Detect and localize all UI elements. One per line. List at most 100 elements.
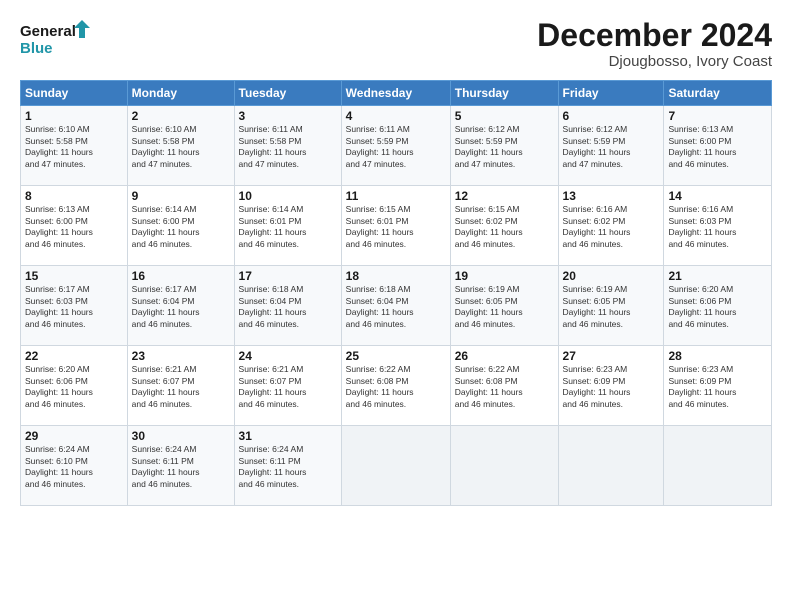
day-info: Sunrise: 6:15 AMSunset: 6:01 PMDaylight:… [346, 204, 446, 250]
day-number: 9 [132, 189, 230, 203]
day-info: Sunrise: 6:11 AMSunset: 5:58 PMDaylight:… [239, 124, 337, 170]
calendar-day-cell: 6Sunrise: 6:12 AMSunset: 5:59 PMDaylight… [558, 106, 664, 186]
calendar-week-row: 22Sunrise: 6:20 AMSunset: 6:06 PMDayligh… [21, 346, 772, 426]
day-number: 13 [563, 189, 660, 203]
day-number: 27 [563, 349, 660, 363]
day-number: 21 [668, 269, 767, 283]
svg-text:General: General [20, 23, 76, 40]
day-info: Sunrise: 6:14 AMSunset: 6:00 PMDaylight:… [132, 204, 230, 250]
day-number: 30 [132, 429, 230, 443]
logo: General Blue [20, 18, 90, 58]
day-info: Sunrise: 6:10 AMSunset: 5:58 PMDaylight:… [132, 124, 230, 170]
day-info: Sunrise: 6:24 AMSunset: 6:11 PMDaylight:… [132, 444, 230, 490]
header: General Blue December 2024 Djougbosso, I… [20, 18, 772, 70]
day-number: 28 [668, 349, 767, 363]
day-info: Sunrise: 6:13 AMSunset: 6:00 PMDaylight:… [668, 124, 767, 170]
day-info: Sunrise: 6:22 AMSunset: 6:08 PMDaylight:… [346, 364, 446, 410]
day-number: 22 [25, 349, 123, 363]
calendar-week-row: 8Sunrise: 6:13 AMSunset: 6:00 PMDaylight… [21, 186, 772, 266]
day-header-monday: Monday [127, 81, 234, 106]
calendar-day-cell: 31Sunrise: 6:24 AMSunset: 6:11 PMDayligh… [234, 426, 341, 506]
day-number: 23 [132, 349, 230, 363]
calendar-day-cell: 25Sunrise: 6:22 AMSunset: 6:08 PMDayligh… [341, 346, 450, 426]
calendar-day-cell: 20Sunrise: 6:19 AMSunset: 6:05 PMDayligh… [558, 266, 664, 346]
empty-cell [341, 426, 450, 506]
day-info: Sunrise: 6:17 AMSunset: 6:04 PMDaylight:… [132, 284, 230, 330]
day-number: 29 [25, 429, 123, 443]
day-number: 25 [346, 349, 446, 363]
calendar-day-cell: 8Sunrise: 6:13 AMSunset: 6:00 PMDaylight… [21, 186, 128, 266]
calendar-day-cell: 19Sunrise: 6:19 AMSunset: 6:05 PMDayligh… [450, 266, 558, 346]
day-header-friday: Friday [558, 81, 664, 106]
day-info: Sunrise: 6:13 AMSunset: 6:00 PMDaylight:… [25, 204, 123, 250]
day-info: Sunrise: 6:15 AMSunset: 6:02 PMDaylight:… [455, 204, 554, 250]
calendar-day-cell: 14Sunrise: 6:16 AMSunset: 6:03 PMDayligh… [664, 186, 772, 266]
day-header-wednesday: Wednesday [341, 81, 450, 106]
day-info: Sunrise: 6:20 AMSunset: 6:06 PMDaylight:… [668, 284, 767, 330]
day-info: Sunrise: 6:18 AMSunset: 6:04 PMDaylight:… [239, 284, 337, 330]
day-info: Sunrise: 6:23 AMSunset: 6:09 PMDaylight:… [668, 364, 767, 410]
day-info: Sunrise: 6:12 AMSunset: 5:59 PMDaylight:… [455, 124, 554, 170]
calendar-header-row: SundayMondayTuesdayWednesdayThursdayFrid… [21, 81, 772, 106]
day-info: Sunrise: 6:17 AMSunset: 6:03 PMDaylight:… [25, 284, 123, 330]
day-number: 26 [455, 349, 554, 363]
calendar-day-cell: 21Sunrise: 6:20 AMSunset: 6:06 PMDayligh… [664, 266, 772, 346]
day-number: 14 [668, 189, 767, 203]
day-number: 18 [346, 269, 446, 283]
day-info: Sunrise: 6:16 AMSunset: 6:02 PMDaylight:… [563, 204, 660, 250]
day-info: Sunrise: 6:21 AMSunset: 6:07 PMDaylight:… [239, 364, 337, 410]
calendar-week-row: 15Sunrise: 6:17 AMSunset: 6:03 PMDayligh… [21, 266, 772, 346]
calendar-day-cell: 15Sunrise: 6:17 AMSunset: 6:03 PMDayligh… [21, 266, 128, 346]
location: Djougbosso, Ivory Coast [537, 53, 772, 70]
day-number: 4 [346, 109, 446, 123]
calendar-day-cell: 13Sunrise: 6:16 AMSunset: 6:02 PMDayligh… [558, 186, 664, 266]
calendar-day-cell: 17Sunrise: 6:18 AMSunset: 6:04 PMDayligh… [234, 266, 341, 346]
day-info: Sunrise: 6:19 AMSunset: 6:05 PMDaylight:… [455, 284, 554, 330]
calendar-day-cell: 2Sunrise: 6:10 AMSunset: 5:58 PMDaylight… [127, 106, 234, 186]
calendar-day-cell: 24Sunrise: 6:21 AMSunset: 6:07 PMDayligh… [234, 346, 341, 426]
day-number: 17 [239, 269, 337, 283]
logo-svg: General Blue [20, 18, 90, 58]
day-header-thursday: Thursday [450, 81, 558, 106]
calendar-day-cell: 26Sunrise: 6:22 AMSunset: 6:08 PMDayligh… [450, 346, 558, 426]
calendar-day-cell: 1Sunrise: 6:10 AMSunset: 5:58 PMDaylight… [21, 106, 128, 186]
day-header-tuesday: Tuesday [234, 81, 341, 106]
calendar-day-cell: 11Sunrise: 6:15 AMSunset: 6:01 PMDayligh… [341, 186, 450, 266]
day-number: 7 [668, 109, 767, 123]
day-number: 2 [132, 109, 230, 123]
calendar-week-row: 1Sunrise: 6:10 AMSunset: 5:58 PMDaylight… [21, 106, 772, 186]
calendar-day-cell: 27Sunrise: 6:23 AMSunset: 6:09 PMDayligh… [558, 346, 664, 426]
day-number: 6 [563, 109, 660, 123]
calendar-day-cell: 29Sunrise: 6:24 AMSunset: 6:10 PMDayligh… [21, 426, 128, 506]
day-number: 11 [346, 189, 446, 203]
day-number: 1 [25, 109, 123, 123]
day-number: 16 [132, 269, 230, 283]
day-info: Sunrise: 6:11 AMSunset: 5:59 PMDaylight:… [346, 124, 446, 170]
empty-cell [450, 426, 558, 506]
calendar-day-cell: 30Sunrise: 6:24 AMSunset: 6:11 PMDayligh… [127, 426, 234, 506]
day-number: 10 [239, 189, 337, 203]
page: General Blue December 2024 Djougbosso, I… [0, 0, 792, 612]
month-title: December 2024 [537, 18, 772, 53]
calendar-day-cell: 18Sunrise: 6:18 AMSunset: 6:04 PMDayligh… [341, 266, 450, 346]
calendar-day-cell: 9Sunrise: 6:14 AMSunset: 6:00 PMDaylight… [127, 186, 234, 266]
calendar-day-cell: 5Sunrise: 6:12 AMSunset: 5:59 PMDaylight… [450, 106, 558, 186]
calendar-day-cell: 23Sunrise: 6:21 AMSunset: 6:07 PMDayligh… [127, 346, 234, 426]
calendar-week-row: 29Sunrise: 6:24 AMSunset: 6:10 PMDayligh… [21, 426, 772, 506]
svg-text:Blue: Blue [20, 40, 53, 57]
day-info: Sunrise: 6:18 AMSunset: 6:04 PMDaylight:… [346, 284, 446, 330]
calendar-day-cell: 12Sunrise: 6:15 AMSunset: 6:02 PMDayligh… [450, 186, 558, 266]
calendar-day-cell: 22Sunrise: 6:20 AMSunset: 6:06 PMDayligh… [21, 346, 128, 426]
day-info: Sunrise: 6:21 AMSunset: 6:07 PMDaylight:… [132, 364, 230, 410]
day-info: Sunrise: 6:22 AMSunset: 6:08 PMDaylight:… [455, 364, 554, 410]
day-info: Sunrise: 6:20 AMSunset: 6:06 PMDaylight:… [25, 364, 123, 410]
day-info: Sunrise: 6:10 AMSunset: 5:58 PMDaylight:… [25, 124, 123, 170]
day-number: 20 [563, 269, 660, 283]
day-number: 8 [25, 189, 123, 203]
calendar-day-cell: 10Sunrise: 6:14 AMSunset: 6:01 PMDayligh… [234, 186, 341, 266]
calendar-day-cell: 7Sunrise: 6:13 AMSunset: 6:00 PMDaylight… [664, 106, 772, 186]
calendar-table: SundayMondayTuesdayWednesdayThursdayFrid… [20, 80, 772, 506]
day-header-saturday: Saturday [664, 81, 772, 106]
day-info: Sunrise: 6:12 AMSunset: 5:59 PMDaylight:… [563, 124, 660, 170]
day-info: Sunrise: 6:23 AMSunset: 6:09 PMDaylight:… [563, 364, 660, 410]
